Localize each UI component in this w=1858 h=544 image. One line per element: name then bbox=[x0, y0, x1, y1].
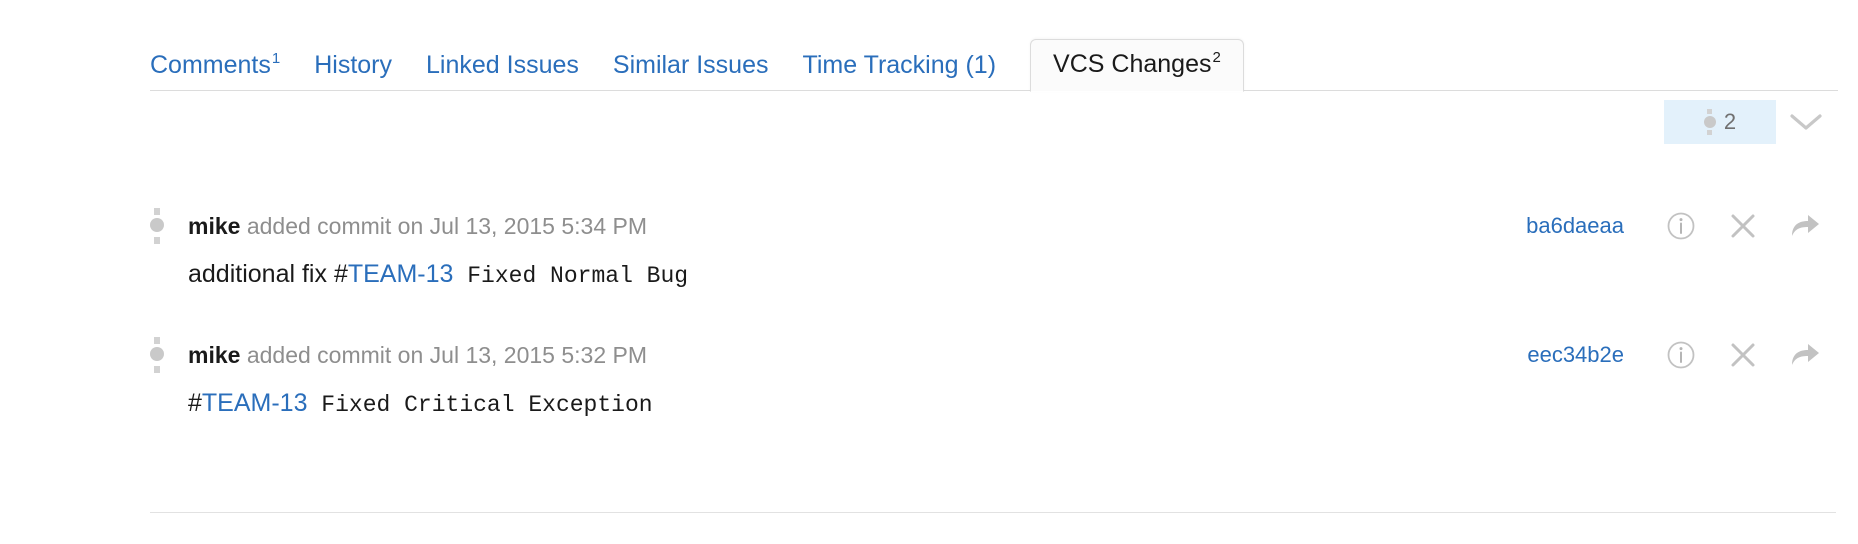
close-icon[interactable] bbox=[1712, 212, 1774, 240]
info-icon[interactable] bbox=[1650, 340, 1712, 370]
tab-comments[interactable]: Comments1 bbox=[150, 50, 281, 92]
footer-divider bbox=[150, 512, 1836, 513]
commit-actions: eec34b2e bbox=[1527, 340, 1836, 370]
commit-meta: mike added commit on Jul 13, 2015 5:32 P… bbox=[188, 342, 647, 369]
commit-node-icon bbox=[150, 206, 164, 246]
share-arrow-icon[interactable] bbox=[1774, 212, 1836, 240]
commit-message-prefix: additional fix bbox=[188, 260, 334, 288]
tab-vcs-changes-count: 2 bbox=[1212, 49, 1221, 67]
share-arrow-icon[interactable] bbox=[1774, 341, 1836, 369]
commit-message-body: Fixed Critical Exception bbox=[307, 392, 653, 418]
vcs-changes-panel: Comments1 History Linked Issues Similar … bbox=[0, 0, 1858, 544]
issue-tabs: Comments1 History Linked Issues Similar … bbox=[150, 38, 1838, 92]
commit-message: #TEAM-13 Fixed Critical Exception bbox=[188, 389, 1836, 418]
tab-comments-count: 1 bbox=[271, 50, 281, 68]
commit-action: added commit on bbox=[240, 212, 430, 239]
commit-message-hash-symbol: # bbox=[333, 260, 348, 288]
tab-time-tracking-label: Time Tracking (1) bbox=[802, 50, 997, 79]
commit-timestamp: Jul 13, 2015 5:34 PM bbox=[429, 212, 648, 239]
commit-hash-link[interactable]: eec34b2e bbox=[1527, 342, 1624, 368]
tab-similar-issues[interactable]: Similar Issues bbox=[612, 50, 769, 92]
info-icon[interactable] bbox=[1650, 211, 1712, 241]
commit-actions: ba6daeaa bbox=[1526, 211, 1836, 241]
commit-header: mike added commit on Jul 13, 2015 5:32 P… bbox=[150, 335, 1836, 375]
commit-author: mike bbox=[188, 212, 241, 239]
close-icon[interactable] bbox=[1712, 341, 1774, 369]
commit-filter-button[interactable]: 2 bbox=[1664, 100, 1776, 144]
commit-header: mike added commit on Jul 13, 2015 5:34 P… bbox=[150, 206, 1836, 246]
commit-timestamp: Jul 13, 2015 5:32 PM bbox=[429, 341, 648, 368]
commit-list: mike added commit on Jul 13, 2015 5:34 P… bbox=[150, 206, 1836, 464]
commit-filter-count: 2 bbox=[1723, 109, 1737, 134]
tab-linked-issues-label: Linked Issues bbox=[426, 50, 579, 79]
commit-author: mike bbox=[188, 341, 241, 368]
commit-message: additional fix #TEAM-13 Fixed Normal Bug bbox=[188, 260, 1836, 289]
tab-time-tracking[interactable]: Time Tracking (1) bbox=[802, 50, 997, 92]
commit-message-hash-symbol: # bbox=[188, 389, 202, 417]
tab-history-label: History bbox=[314, 50, 393, 79]
commit-meta: mike added commit on Jul 13, 2015 5:34 P… bbox=[188, 213, 647, 240]
commit-row: mike added commit on Jul 13, 2015 5:32 P… bbox=[150, 335, 1836, 418]
commit-node-wrap bbox=[150, 206, 188, 246]
commit-node-wrap bbox=[150, 335, 188, 375]
issue-link[interactable]: TEAM-13 bbox=[348, 260, 454, 288]
commit-row: mike added commit on Jul 13, 2015 5:34 P… bbox=[150, 206, 1836, 289]
tab-history[interactable]: History bbox=[314, 50, 393, 92]
commit-node-icon bbox=[1703, 107, 1716, 137]
vcs-toolbar: 2 bbox=[1664, 100, 1836, 144]
tab-vcs-changes-label: VCS Changes bbox=[1053, 49, 1212, 78]
commit-hash-link[interactable]: ba6daeaa bbox=[1526, 213, 1624, 239]
issue-link[interactable]: TEAM-13 bbox=[202, 389, 308, 417]
tab-similar-issues-label: Similar Issues bbox=[612, 50, 769, 79]
tab-linked-issues[interactable]: Linked Issues bbox=[426, 50, 579, 92]
chevron-down-icon[interactable] bbox=[1776, 100, 1836, 144]
tab-comments-label: Comments bbox=[150, 50, 271, 79]
commit-message-body: Fixed Normal Bug bbox=[453, 263, 689, 289]
commit-action: added commit on bbox=[240, 341, 430, 368]
tab-vcs-changes[interactable]: VCS Changes2 bbox=[1030, 38, 1244, 92]
commit-node-icon bbox=[150, 335, 164, 375]
